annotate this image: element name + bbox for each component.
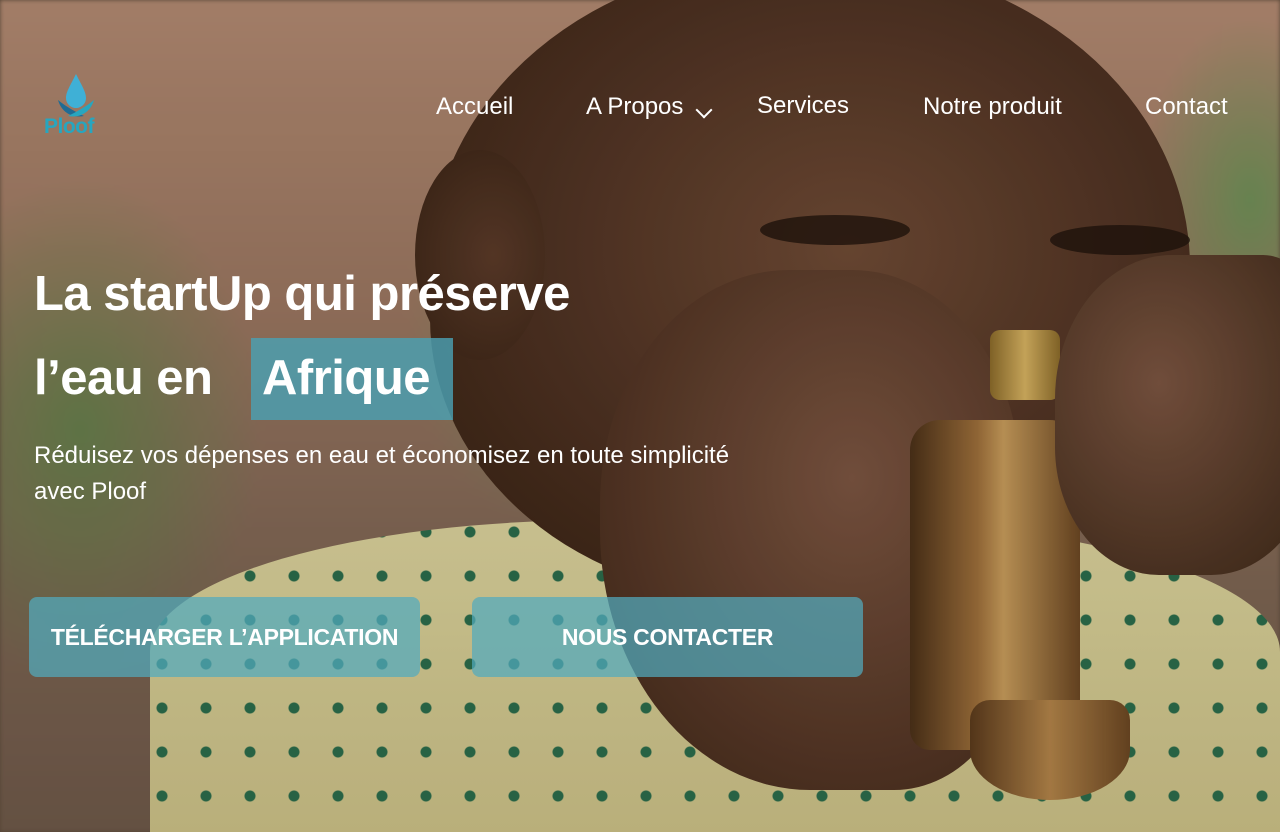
hero-background-image xyxy=(0,0,1280,832)
download-app-button-label: TÉLÉCHARGER L’APPLICATION xyxy=(50,623,399,650)
hero-title-highlight-word: Afrique xyxy=(262,351,431,405)
nav-link-contact[interactable]: Contact xyxy=(1145,93,1228,121)
nav-link-services[interactable]: Services xyxy=(757,92,849,120)
brand-name: Ploof xyxy=(44,115,95,138)
contact-us-button-label: NOUS CONTACTER xyxy=(561,623,774,650)
nav-link-accueil[interactable]: Accueil xyxy=(436,93,513,121)
hero-title-line1: La startUp qui préserve xyxy=(34,267,570,321)
nav-link-a-propos[interactable]: A Propos xyxy=(586,93,683,121)
hero-title-line2: l’eau en xyxy=(34,351,213,405)
download-app-button[interactable]: TÉLÉCHARGER L’APPLICATION xyxy=(29,597,420,677)
hero-subtitle: Réduisez vos dépenses en eau et économis… xyxy=(34,442,730,505)
contact-us-button[interactable]: NOUS CONTACTER xyxy=(472,597,863,677)
nav-link-notre-produit[interactable]: Notre produit xyxy=(923,93,1062,121)
